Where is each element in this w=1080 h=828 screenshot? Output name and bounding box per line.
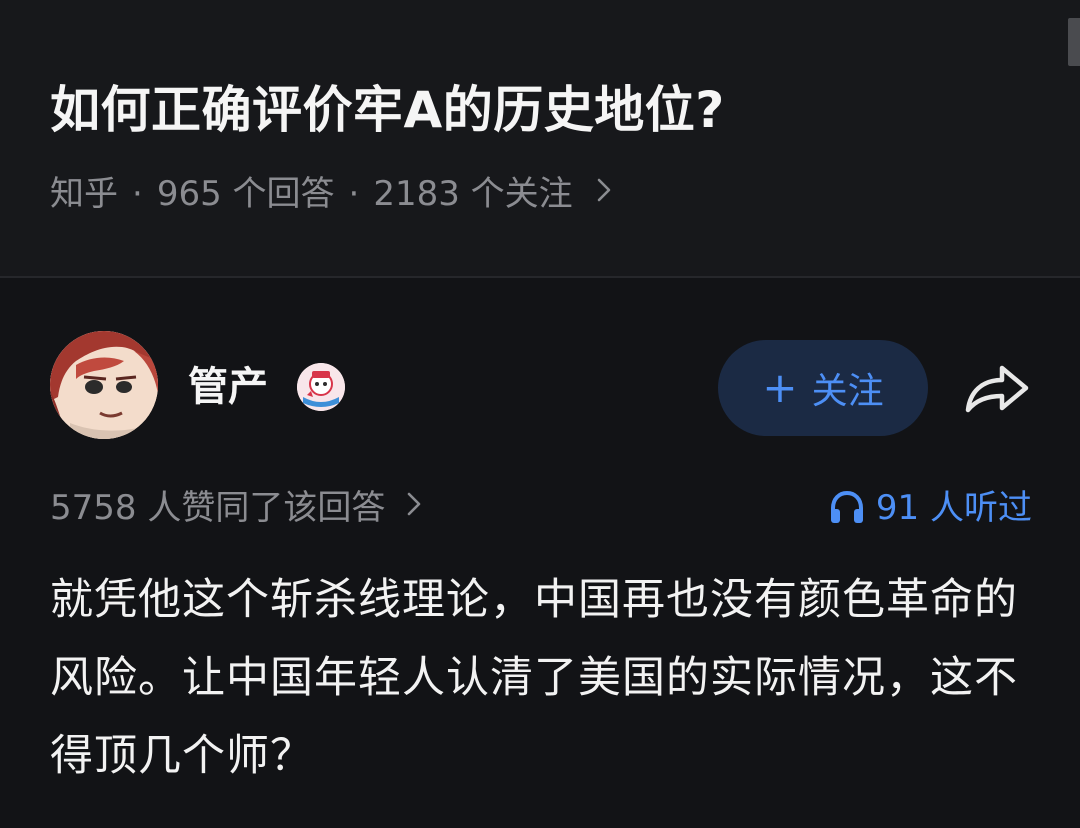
scrollbar-thumb[interactable] — [1068, 18, 1080, 66]
follow-button-label: 关注 — [811, 371, 884, 412]
chevron-right-icon[interactable] — [595, 166, 613, 222]
question-header: 如何正确评价牢A的历史地位? 知乎 · 965 个回答 · 2183 个关注 — [0, 0, 1080, 276]
share-button[interactable] — [960, 356, 1032, 420]
author-name[interactable]: 管产 — [188, 359, 268, 415]
vote-count[interactable]: 5758 人赞同了该回答 — [50, 482, 423, 534]
share-arrow-icon — [965, 365, 1029, 413]
follow-button[interactable]: + 关注 — [718, 340, 928, 436]
meta-separator: · — [132, 174, 143, 214]
question-title[interactable]: 如何正确评价牢A的历史地位? — [50, 74, 725, 146]
chevron-right-icon — [405, 482, 423, 534]
question-meta[interactable]: 知乎 · 965 个回答 · 2183 个关注 — [50, 166, 613, 222]
creator-badge-icon — [297, 363, 345, 411]
listen-count[interactable]: 91 人听过 — [828, 482, 1032, 534]
plus-icon: + — [762, 363, 798, 412]
headphones-icon — [830, 490, 863, 523]
meta-separator: · — [348, 174, 360, 214]
listen-count-label: 91 人听过 — [875, 488, 1032, 528]
follower-count: 2183 个关注 — [373, 174, 573, 214]
answer-content[interactable]: 就凭他这个斩杀线理论，中国再也没有颜色革命的风险。让中国年轻人认清了美国的实际情… — [50, 561, 1040, 795]
source-label: 知乎 — [50, 174, 118, 214]
answer-count: 965 个回答 — [156, 174, 335, 214]
vote-count-label: 5758 人赞同了该回答 — [50, 488, 386, 528]
avatar[interactable] — [50, 331, 158, 439]
